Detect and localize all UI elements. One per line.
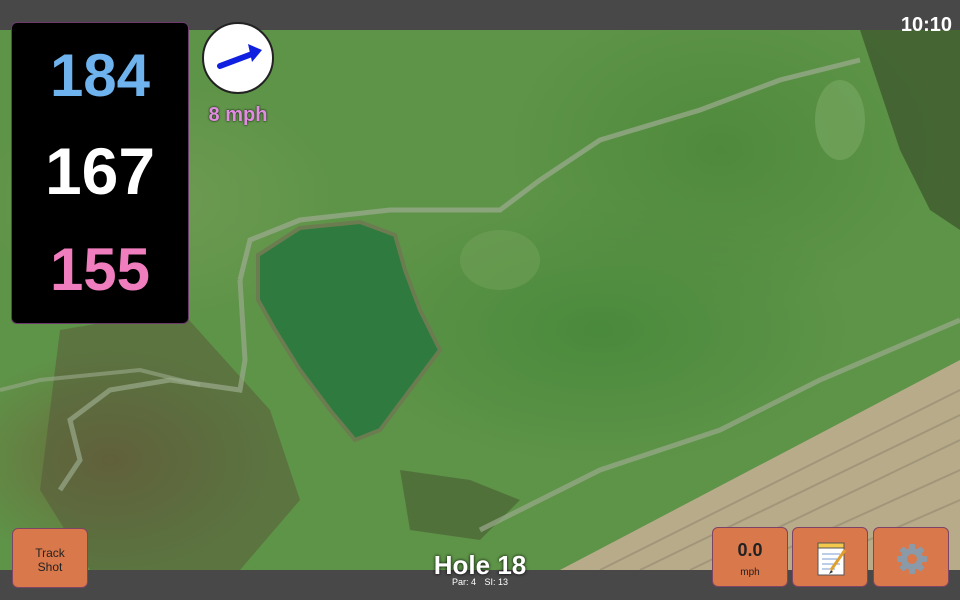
back-distance: 184 <box>49 42 151 109</box>
hole-stroke-index: SI: 13 <box>484 577 509 587</box>
hole-par: Par: 4 <box>451 577 476 587</box>
gear-icon <box>897 544 927 574</box>
hole-info: Par: 4 SI: 13 <box>380 577 580 587</box>
clock: 10:10 <box>900 14 952 36</box>
notepad-icon <box>817 542 847 576</box>
distance-panel: 184 167 155 <box>11 22 189 324</box>
arrow-icon <box>217 44 262 69</box>
speed-button[interactable]: 0.0 mph <box>712 527 788 587</box>
speed-unit: mph <box>740 567 760 578</box>
middle-distance: 167 <box>44 134 156 208</box>
wind-speed: 8 mph <box>208 104 268 126</box>
track-shot-button[interactable]: Track Shot <box>12 528 88 588</box>
wind-indicator <box>202 22 274 94</box>
track-shot-label-line2: Shot <box>37 560 63 574</box>
track-shot-label-line1: Track <box>35 546 65 560</box>
scorecard-button[interactable] <box>792 527 868 587</box>
front-distance: 155 <box>49 236 151 303</box>
settings-button[interactable] <box>873 527 949 587</box>
speed-value: 0.0 <box>737 540 763 560</box>
